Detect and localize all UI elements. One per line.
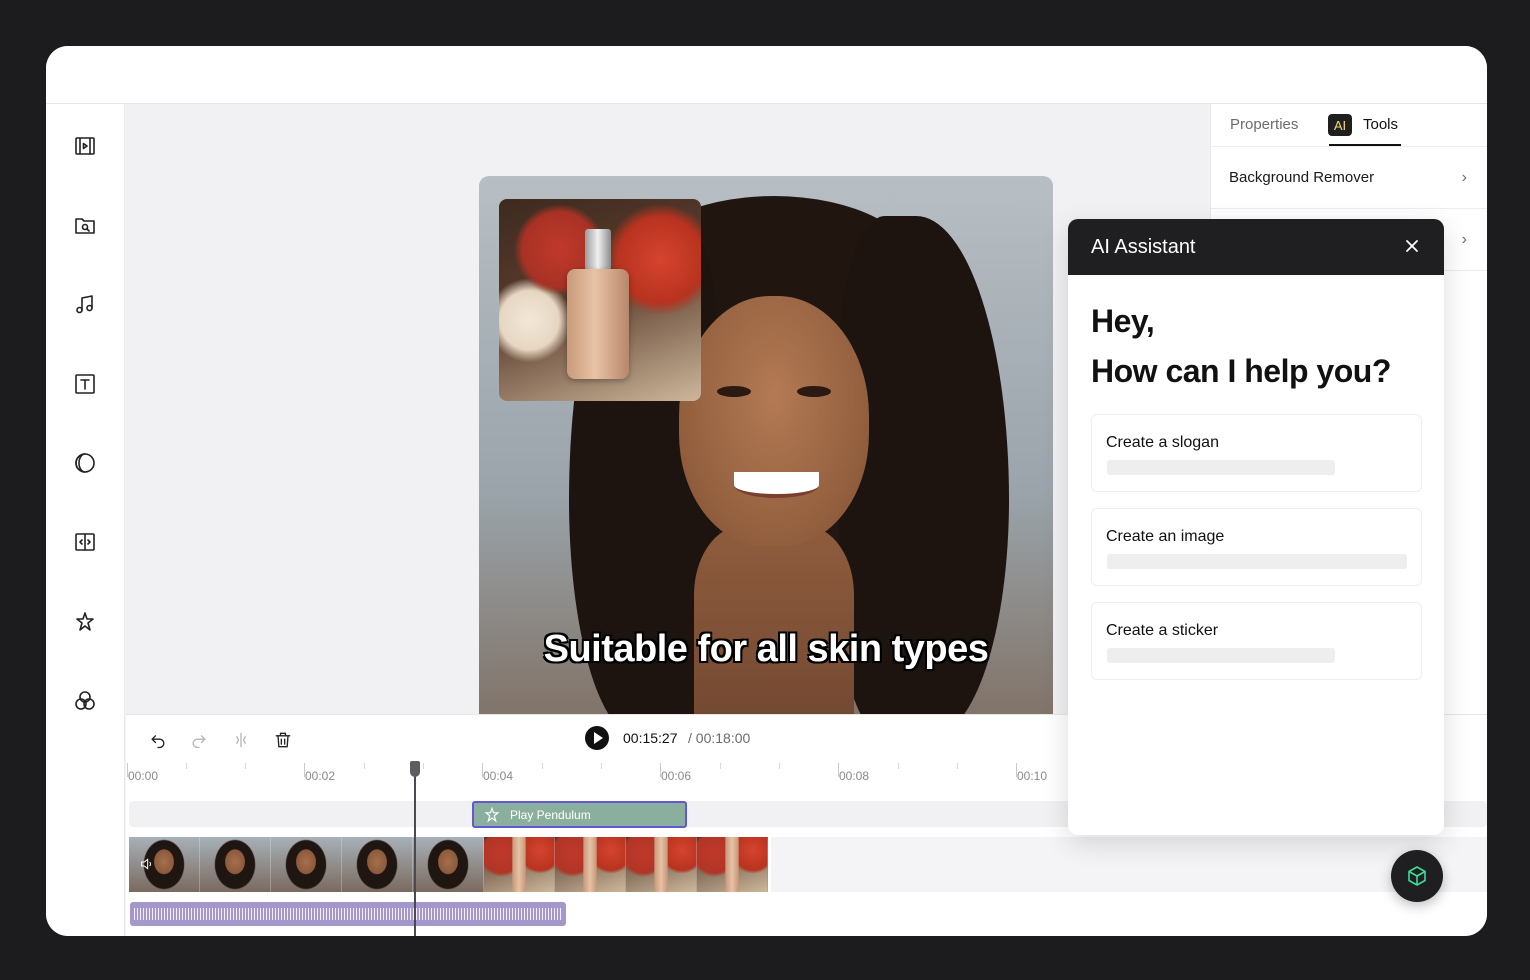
preview-eye-left — [717, 386, 751, 397]
volume-icon[interactable] — [139, 856, 155, 872]
video-track-empty — [771, 837, 1487, 892]
chevron-right-icon: › — [1461, 169, 1467, 186]
music-icon[interactable] — [71, 290, 99, 318]
tab-tools[interactable]: Tools — [1363, 116, 1398, 133]
redo-button[interactable] — [186, 727, 212, 753]
ruler-label: 00:10 — [1017, 769, 1048, 783]
filter-icon[interactable] — [71, 449, 99, 477]
color-circles-icon[interactable] — [71, 687, 99, 715]
background-remover-label: Background Remover — [1229, 169, 1375, 186]
ruler-label: 00:00 — [128, 769, 159, 783]
preview-eye-right — [797, 386, 831, 397]
product-image-overlay[interactable] — [499, 199, 701, 401]
effects-icon — [483, 806, 501, 829]
video-thumbnail — [484, 837, 555, 892]
playhead-handle[interactable] — [410, 761, 420, 777]
trash-icon — [275, 732, 291, 748]
split-icon — [236, 732, 246, 748]
ai-assistant-header: AI Assistant — [1068, 219, 1444, 275]
ruler-label: 00:08 — [839, 769, 870, 783]
panel-tabs: Properties AI Tools — [1211, 104, 1487, 147]
video-thumbnail — [413, 837, 484, 892]
ruler-label: 00:04 — [483, 769, 514, 783]
audio-waveform — [134, 908, 562, 920]
option-create-image[interactable]: Create an image — [1091, 508, 1422, 586]
background-remover-row[interactable]: Background Remover › — [1211, 147, 1487, 209]
option-label: Create a sticker — [1106, 622, 1219, 639]
ai-assistant-title: AI Assistant — [1091, 236, 1196, 258]
canvas-area: Suitable for all skin types — [126, 104, 1209, 750]
video-thumbnail — [271, 837, 342, 892]
transition-icon[interactable] — [71, 528, 99, 556]
effects-icon[interactable] — [71, 608, 99, 636]
total-time: / 00:18:00 — [688, 730, 751, 746]
playhead[interactable] — [414, 761, 416, 936]
search-folder-icon[interactable] — [71, 211, 99, 239]
option-label: Create a slogan — [1106, 434, 1219, 451]
video-caption[interactable]: Suitable for all skin types — [479, 627, 1053, 671]
video-preview[interactable]: Suitable for all skin types — [479, 176, 1053, 750]
effect-clip-label: Play Pendulum — [510, 808, 591, 822]
video-thumbnail — [342, 837, 413, 892]
media-icon[interactable] — [71, 132, 99, 160]
placeholder-bar — [1107, 460, 1335, 475]
effect-clip[interactable]: Play Pendulum — [472, 801, 687, 828]
undo-button[interactable] — [145, 727, 171, 753]
current-time: 00:15:27 — [623, 730, 678, 746]
ai-badge: AI — [1328, 114, 1352, 136]
option-create-slogan[interactable]: Create a slogan — [1091, 414, 1422, 492]
redo-icon — [192, 735, 206, 749]
ruler-label: 00:06 — [661, 769, 692, 783]
left-sidebar — [46, 104, 125, 936]
cube-icon — [1408, 866, 1426, 886]
option-create-sticker[interactable]: Create a sticker — [1091, 602, 1422, 680]
audio-track[interactable] — [130, 902, 566, 926]
ai-assistant-fab[interactable] — [1391, 850, 1443, 902]
placeholder-bar — [1107, 554, 1407, 569]
option-label: Create an image — [1106, 528, 1225, 545]
placeholder-bar — [1107, 648, 1335, 663]
close-icon[interactable] — [1400, 234, 1424, 258]
play-button[interactable] — [585, 726, 609, 750]
bottle-cap — [585, 229, 611, 271]
greeting-line-1: Hey, — [1091, 303, 1155, 339]
undo-icon — [151, 735, 165, 749]
text-icon[interactable] — [71, 370, 99, 398]
ai-assistant-dialog: AI Assistant Hey, How can I help you? Cr… — [1068, 219, 1444, 835]
video-thumbnail — [200, 837, 271, 892]
greeting-line-2: How can I help you? — [1091, 353, 1391, 389]
preview-smile — [734, 472, 819, 498]
delete-button[interactable] — [270, 727, 296, 753]
chevron-right-icon: › — [1461, 231, 1467, 248]
top-bar — [46, 46, 1487, 104]
tab-properties[interactable]: Properties — [1230, 116, 1298, 133]
active-tab-indicator — [1329, 144, 1401, 146]
preview-face — [679, 296, 869, 546]
ruler-label: 00:02 — [305, 769, 336, 783]
video-thumbnail — [626, 837, 697, 892]
video-thumbnail — [555, 837, 626, 892]
video-track[interactable] — [129, 837, 771, 892]
video-thumbnail — [697, 837, 768, 892]
split-button[interactable] — [228, 727, 254, 753]
foundation-bottle — [567, 269, 629, 379]
